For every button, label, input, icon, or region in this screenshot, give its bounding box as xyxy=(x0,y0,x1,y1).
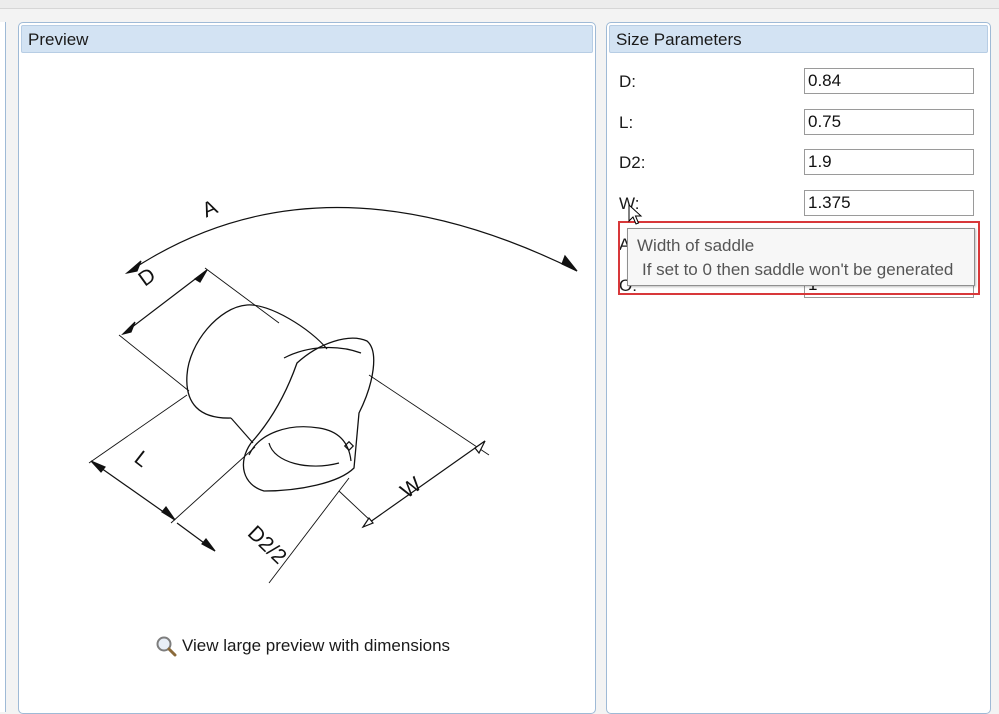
param-input-w[interactable] xyxy=(804,190,974,216)
param-row-w: W: xyxy=(619,190,979,220)
view-large-preview-label: View large preview with dimensions xyxy=(182,636,451,655)
angle-a-arc xyxy=(126,206,578,274)
param-input-d[interactable] xyxy=(804,68,974,94)
magnifier-icon xyxy=(156,636,177,657)
window-top-strip xyxy=(0,0,999,9)
tooltip-highlight-box xyxy=(618,221,980,295)
center-mark xyxy=(343,440,355,452)
preview-panel: Preview A D L W D2/2 View large preview … xyxy=(18,22,596,714)
view-large-preview-link[interactable]: View large preview with dimensions xyxy=(155,634,450,658)
param-label-d2: D2: xyxy=(619,153,646,172)
param-input-d2[interactable] xyxy=(804,149,974,175)
size-parameters-title: Size Parameters xyxy=(609,25,988,53)
left-panel-edge xyxy=(0,22,6,712)
arrowhead xyxy=(90,460,106,473)
saddle-preview-drawing: A D L W D2/2 xyxy=(88,196,578,584)
arrowhead xyxy=(201,538,216,552)
mouse-cursor-icon xyxy=(628,204,643,225)
label-l: L xyxy=(130,447,153,472)
param-input-l[interactable] xyxy=(804,109,974,135)
arrowhead xyxy=(193,269,208,283)
label-w: W xyxy=(396,473,426,503)
size-parameters-panel: Size Parameters D: L: D2: W: A O: xyxy=(606,22,991,714)
preview-panel-title: Preview xyxy=(21,25,593,53)
param-row-d: D: xyxy=(619,68,979,98)
label-a: A xyxy=(199,196,221,223)
arrowhead xyxy=(561,254,578,272)
cylinder-body xyxy=(186,304,248,419)
arrowhead xyxy=(361,516,374,529)
param-label-d: D: xyxy=(619,72,636,91)
param-label-l: L: xyxy=(619,113,634,132)
param-row-d2: D2: xyxy=(619,149,979,179)
saddle-outline xyxy=(242,337,375,492)
label-d2-half: D2/2 xyxy=(243,521,291,568)
arrowhead xyxy=(161,505,176,521)
param-row-l: L: xyxy=(619,109,979,139)
arrowhead xyxy=(121,321,136,336)
